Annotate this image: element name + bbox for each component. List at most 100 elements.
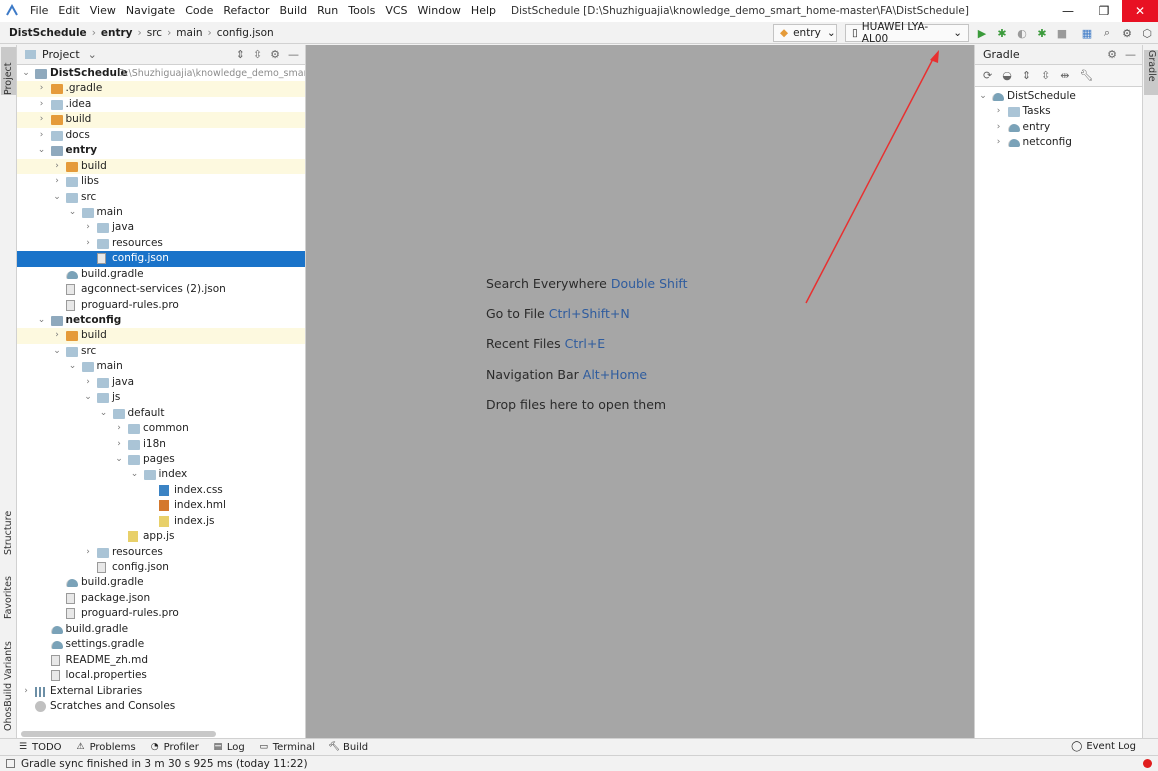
tab-gradle[interactable]: Gradle — [1144, 50, 1158, 95]
chevron-right-icon[interactable]: › — [114, 437, 124, 452]
tree-item[interactable]: ⌄ index — [17, 467, 305, 482]
bottom-tab-todo[interactable]: ☰ TODO — [18, 742, 62, 753]
tree-item[interactable]: proguard-rules.pro — [17, 298, 305, 313]
tree-item[interactable]: build.gradle — [17, 575, 305, 590]
chevron-right-icon[interactable]: › — [37, 128, 47, 143]
bottom-tab-terminal[interactable]: ▭ Terminal — [259, 742, 315, 753]
gear-icon[interactable]: ⚙ — [1107, 48, 1117, 61]
menu-item-refactor[interactable]: Refactor — [218, 0, 274, 22]
debug-icon[interactable]: ✱ — [995, 26, 1009, 40]
tree-item[interactable]: ⌄ src — [17, 190, 305, 205]
wrench-icon[interactable]: 🔧︎ — [1079, 69, 1093, 82]
menu-item-file[interactable]: File — [25, 0, 53, 22]
tree-item[interactable]: › build — [17, 328, 305, 344]
menu-item-build[interactable]: Build — [275, 0, 313, 22]
chevron-down-icon[interactable]: ⌄ — [978, 89, 988, 104]
menu-item-view[interactable]: View — [85, 0, 121, 22]
tree-item[interactable]: › .idea — [17, 97, 305, 112]
hide-panel-icon[interactable]: — — [288, 48, 299, 61]
chevron-down-icon[interactable]: ⌄ — [37, 143, 47, 158]
device-manager-icon[interactable]: ▦ — [1080, 26, 1094, 40]
gradle-tree-item[interactable]: › netconfig — [975, 135, 1142, 150]
close-button[interactable]: ✕ — [1122, 0, 1158, 22]
chevron-down-icon[interactable]: ⌄ — [130, 467, 140, 482]
restore-button[interactable]: ❐ — [1086, 0, 1122, 22]
chevron-right-icon[interactable]: › — [83, 375, 93, 390]
project-panel-title[interactable]: Project — [42, 48, 80, 61]
breadcrumb-item[interactable]: config.json — [217, 27, 274, 39]
tree-item[interactable]: ⌄ js — [17, 390, 305, 405]
chevron-down-icon[interactable]: ⌄ — [52, 190, 62, 205]
chevron-right-icon[interactable]: › — [37, 81, 47, 96]
breadcrumb-item[interactable]: main — [176, 27, 202, 39]
tree-item[interactable]: build.gradle — [17, 622, 305, 637]
chevron-right-icon[interactable]: › — [83, 220, 93, 235]
menu-item-edit[interactable]: Edit — [53, 0, 84, 22]
tab-project[interactable]: Project — [1, 47, 16, 95]
tree-item[interactable]: › External Libraries — [17, 684, 305, 699]
horizontal-scrollbar[interactable] — [21, 731, 216, 737]
tab-favorites[interactable]: Favorites — [1, 567, 16, 619]
status-toggle-icon[interactable] — [6, 759, 15, 768]
tree-item[interactable]: index.css — [17, 483, 305, 498]
chevron-right-icon[interactable]: › — [994, 120, 1004, 135]
tab-ohosbuild-variants[interactable]: OhosBuild Variants — [1, 635, 16, 731]
tree-item[interactable]: agconnect-services (2).json — [17, 282, 305, 297]
chevron-down-icon[interactable]: ⌄ — [83, 390, 93, 405]
tree-item[interactable]: › java — [17, 375, 305, 390]
tree-item[interactable]: ⌄ pages — [17, 452, 305, 467]
menu-item-run[interactable]: Run — [312, 0, 343, 22]
chevron-right-icon[interactable]: › — [114, 421, 124, 436]
chevron-right-icon[interactable]: › — [37, 97, 47, 112]
tab-structure[interactable]: Structure — [1, 500, 16, 555]
chevron-down-icon[interactable]: ⌄ — [114, 452, 124, 467]
menu-item-window[interactable]: Window — [413, 0, 466, 22]
chevron-down-icon[interactable]: ⌄ — [21, 66, 31, 81]
tree-item[interactable]: app.js — [17, 529, 305, 544]
tree-item[interactable]: ⌄ netconfig — [17, 313, 305, 328]
chevron-right-icon[interactable]: › — [52, 174, 62, 189]
gradle-tree-item[interactable]: › entry — [975, 120, 1142, 135]
hide-panel-icon[interactable]: — — [1125, 48, 1136, 61]
tree-item[interactable]: › i18n — [17, 437, 305, 452]
run-config-select[interactable]: ◆ entry ⌄ — [773, 24, 837, 42]
bottom-tab-problems[interactable]: ⚠ Problems — [76, 742, 136, 753]
gradle-tree-item[interactable]: ⌄ DistSchedule — [975, 89, 1142, 104]
gear-icon[interactable]: ⚙ — [1120, 26, 1134, 40]
collapse-all-icon[interactable]: ⇳ — [1041, 69, 1050, 82]
chevron-down-icon[interactable]: ⌄ — [68, 359, 78, 374]
chevron-right-icon[interactable]: › — [83, 236, 93, 251]
device-select[interactable]: ▯ HUAWEI LYA-AL00 ⌄ — [845, 21, 969, 45]
tree-item[interactable]: › resources — [17, 545, 305, 560]
search-icon[interactable]: ⌕ — [1100, 26, 1114, 40]
breadcrumb-item[interactable]: entry — [101, 27, 133, 39]
tree-item[interactable]: index.js — [17, 514, 305, 529]
profile-icon[interactable]: ✱ — [1035, 26, 1049, 40]
tree-item[interactable]: README_zh.md — [17, 653, 305, 668]
minimize-button[interactable]: — — [1050, 0, 1086, 22]
chevron-right-icon[interactable]: › — [37, 112, 47, 127]
tree-item[interactable]: ⌄ main — [17, 359, 305, 374]
error-indicator-icon[interactable] — [1143, 759, 1152, 768]
expand-all-icon[interactable]: ⇕ — [236, 48, 245, 61]
tree-item[interactable]: ⌄ src — [17, 344, 305, 359]
chevron-down-icon[interactable]: ⌄ — [37, 313, 47, 328]
chevron-down-icon[interactable]: ⌄ — [68, 205, 78, 220]
expand-all-icon[interactable]: ⇕ — [1022, 69, 1031, 82]
tree-item[interactable]: Scratches and Consoles — [17, 699, 305, 714]
run-icon[interactable]: ▶ — [975, 26, 989, 40]
chevron-down-icon[interactable]: ⌄ — [88, 48, 97, 61]
gear-icon[interactable]: ⚙ — [270, 48, 280, 61]
gradle-tree-item[interactable]: › Tasks — [975, 104, 1142, 119]
menu-item-navigate[interactable]: Navigate — [121, 0, 180, 22]
tree-item[interactable]: › common — [17, 421, 305, 436]
breadcrumb-item[interactable]: src — [147, 27, 162, 39]
event-log-button[interactable]: ◯ Event Log — [1071, 741, 1136, 752]
chevron-right-icon[interactable]: › — [83, 545, 93, 560]
chevron-down-icon[interactable]: ⌄ — [99, 406, 109, 421]
attach-debugger-icon[interactable]: ◐ — [1015, 26, 1029, 40]
tree-item[interactable]: proguard-rules.pro — [17, 606, 305, 621]
tree-item[interactable]: build.gradle — [17, 267, 305, 282]
chevron-right-icon[interactable]: › — [21, 684, 31, 699]
tree-item[interactable]: ⌄ entry — [17, 143, 305, 158]
